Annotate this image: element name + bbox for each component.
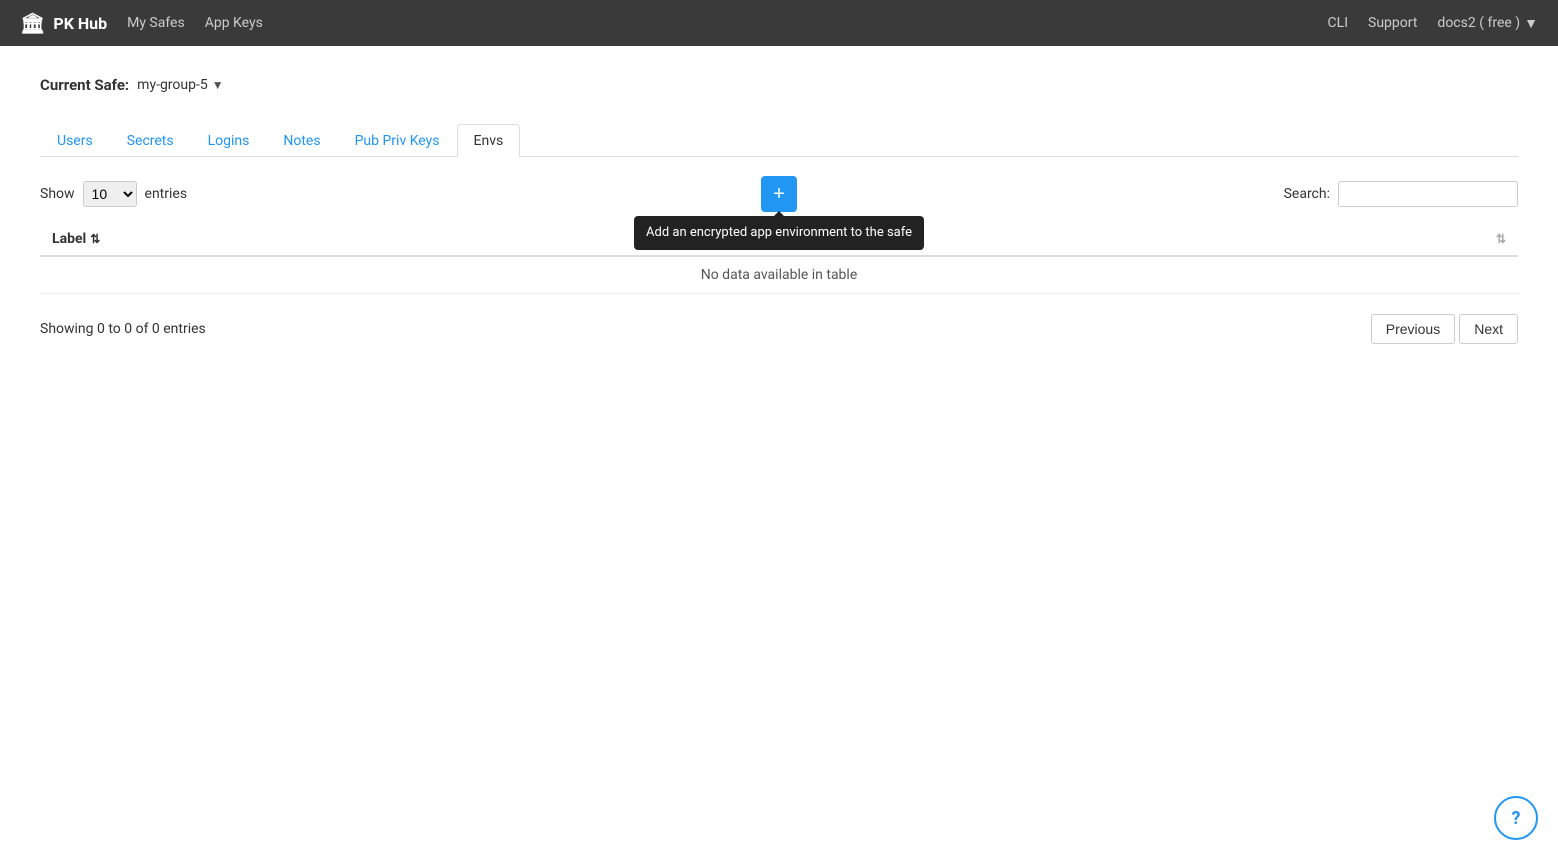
plus-icon: + <box>773 184 785 204</box>
tab-pub-priv-keys[interactable]: Pub Priv Keys <box>338 124 457 157</box>
tab-envs[interactable]: Envs <box>457 124 521 157</box>
pagination-area: Showing 0 to 0 of 0 entries Previous Nex… <box>40 314 1518 344</box>
help-button[interactable]: ? <box>1494 796 1538 840</box>
safe-value: my-group-5 <box>137 77 208 93</box>
brand-name: PK Hub <box>53 14 107 33</box>
previous-button[interactable]: Previous <box>1371 314 1455 344</box>
current-safe-label: Current Safe: <box>40 76 129 94</box>
table-controls: Show 10 25 50 100 entries + Add an encry… <box>40 181 1518 207</box>
nav-support[interactable]: Support <box>1368 15 1417 31</box>
navbar: 🏛 PK Hub My Safes App Keys CLI Support d… <box>0 0 1558 46</box>
next-button[interactable]: Next <box>1459 314 1518 344</box>
safe-dropdown[interactable]: my-group-5 ▼ <box>137 77 223 93</box>
sort-extra-icon: ⇅ <box>1496 232 1506 246</box>
col-label-sort[interactable]: Label ⇅ <box>52 231 1033 247</box>
pagination-info: Showing 0 to 0 of 0 entries <box>40 321 206 337</box>
tab-logins[interactable]: Logins <box>191 124 267 157</box>
search-area: Search: <box>1284 181 1518 207</box>
search-input[interactable] <box>1338 181 1518 207</box>
nav-user-dropdown[interactable]: docs2 ( free ) ▼ <box>1437 15 1538 32</box>
vault-icon: 🏛 <box>20 11 45 35</box>
col-label: Label ⇅ <box>40 223 1045 256</box>
col-extra-sort[interactable]: ⇅ <box>1057 232 1506 246</box>
data-table: Label ⇅ ⇅ No data available in table <box>40 223 1518 294</box>
nav-app-keys[interactable]: App Keys <box>205 15 263 31</box>
tab-secrets[interactable]: Secrets <box>110 124 191 157</box>
add-env-wrapper: + Add an encrypted app environment to th… <box>761 176 797 212</box>
chevron-down-icon: ▼ <box>1524 15 1538 32</box>
navbar-links: My Safes App Keys <box>127 15 1307 31</box>
show-label: Show <box>40 186 75 202</box>
col-extra: ⇅ <box>1045 223 1518 256</box>
no-data-cell: No data available in table <box>40 256 1518 294</box>
entries-label: entries <box>145 186 188 202</box>
question-mark-icon: ? <box>1512 808 1521 829</box>
tab-users[interactable]: Users <box>40 124 110 157</box>
show-entries: Show 10 25 50 100 entries <box>40 181 187 207</box>
nav-cli[interactable]: CLI <box>1328 15 1348 31</box>
entries-select[interactable]: 10 25 50 100 <box>83 181 137 207</box>
navbar-right: CLI Support docs2 ( free ) ▼ <box>1328 15 1538 32</box>
add-env-button[interactable]: + <box>761 176 797 212</box>
no-data-row: No data available in table <box>40 256 1518 294</box>
safe-dropdown-arrow: ▼ <box>212 78 224 92</box>
current-safe-section: Current Safe: my-group-5 ▼ <box>40 76 1518 94</box>
nav-user-label: docs2 ( free ) <box>1437 15 1520 31</box>
tab-notes[interactable]: Notes <box>266 124 337 157</box>
sort-label-icon: ⇅ <box>90 232 100 246</box>
main-content: Current Safe: my-group-5 ▼ Users Secrets… <box>0 46 1558 374</box>
search-label: Search: <box>1284 186 1330 202</box>
tabs: Users Secrets Logins Notes Pub Priv Keys… <box>40 124 1518 157</box>
brand: 🏛 PK Hub <box>20 11 107 35</box>
nav-my-safes[interactable]: My Safes <box>127 15 185 31</box>
pagination-buttons: Previous Next <box>1371 314 1518 344</box>
